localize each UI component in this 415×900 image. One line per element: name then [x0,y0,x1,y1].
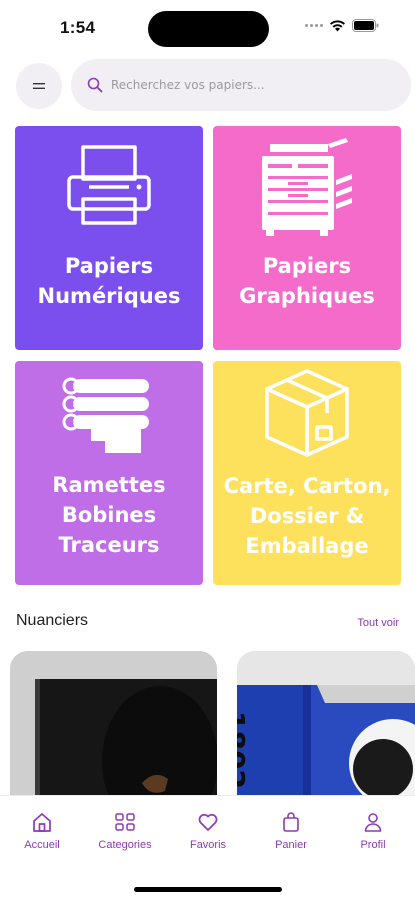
printer-icon [67,145,151,225]
category-label: Ramettes Bobines Traceurs [52,473,166,557]
nav-item-profil[interactable]: Profil [333,811,413,851]
nuancier-image [10,651,217,811]
copier-icon [262,138,352,236]
status-time: 1:54 [60,18,96,37]
signal-dots-icon [305,24,323,27]
home-icon [33,813,51,832]
search-input[interactable] [111,78,381,92]
nav-label: Panier [275,839,307,851]
hamburger-icon [33,83,45,89]
nuancier-card[interactable] [10,651,217,811]
bottom-navigation: Accueil Categories Favoris Panier Profil [0,795,415,900]
category-tile-ramettes-bobines[interactable]: Ramettes Bobines Traceurs [15,361,203,585]
bag-icon [283,812,299,832]
status-icons [305,19,379,32]
grid-icon [115,813,135,831]
nav-label: Profil [360,839,386,851]
search-icon [87,77,103,93]
section-title-nuanciers: Nuanciers [16,612,89,629]
paper-rolls-icon [62,377,149,453]
nav-item-panier[interactable]: Panier [251,811,331,851]
category-tile-papiers-numeriques[interactable]: Papiers Numériques [15,126,203,350]
category-label: Carte, Carton, Dossier & Emballage [223,474,391,558]
see-all-link[interactable]: Tout voir [357,617,399,629]
home-indicator [134,887,282,892]
dynamic-island [148,11,269,47]
nav-item-favoris[interactable]: Favoris [168,811,248,851]
nav-item-accueil[interactable]: Accueil [2,811,82,851]
box-icon [265,369,349,457]
status-bar: 1:54 [0,0,415,56]
heart-icon [198,813,218,831]
wifi-icon [330,20,345,32]
nav-label: Categories [98,839,152,851]
battery-icon [352,19,379,32]
nuancier-image [237,651,415,811]
nuancier-card-text: 1802 [237,711,251,789]
search-bar[interactable] [71,59,411,111]
nav-label: Favoris [189,839,227,851]
menu-button[interactable] [16,63,62,109]
nav-label: Accueil [24,839,60,851]
category-label: Papiers Numériques [37,254,181,308]
nav-item-categories[interactable]: Categories [85,811,165,851]
category-tile-papiers-graphiques[interactable]: Papiers Graphiques [213,126,401,350]
nuancier-card[interactable]: 1802 [237,651,415,811]
category-tile-carte-carton[interactable]: Carte, Carton, Dossier & Emballage [213,361,401,585]
category-label: Papiers Graphiques [239,254,375,308]
user-icon [364,813,382,832]
